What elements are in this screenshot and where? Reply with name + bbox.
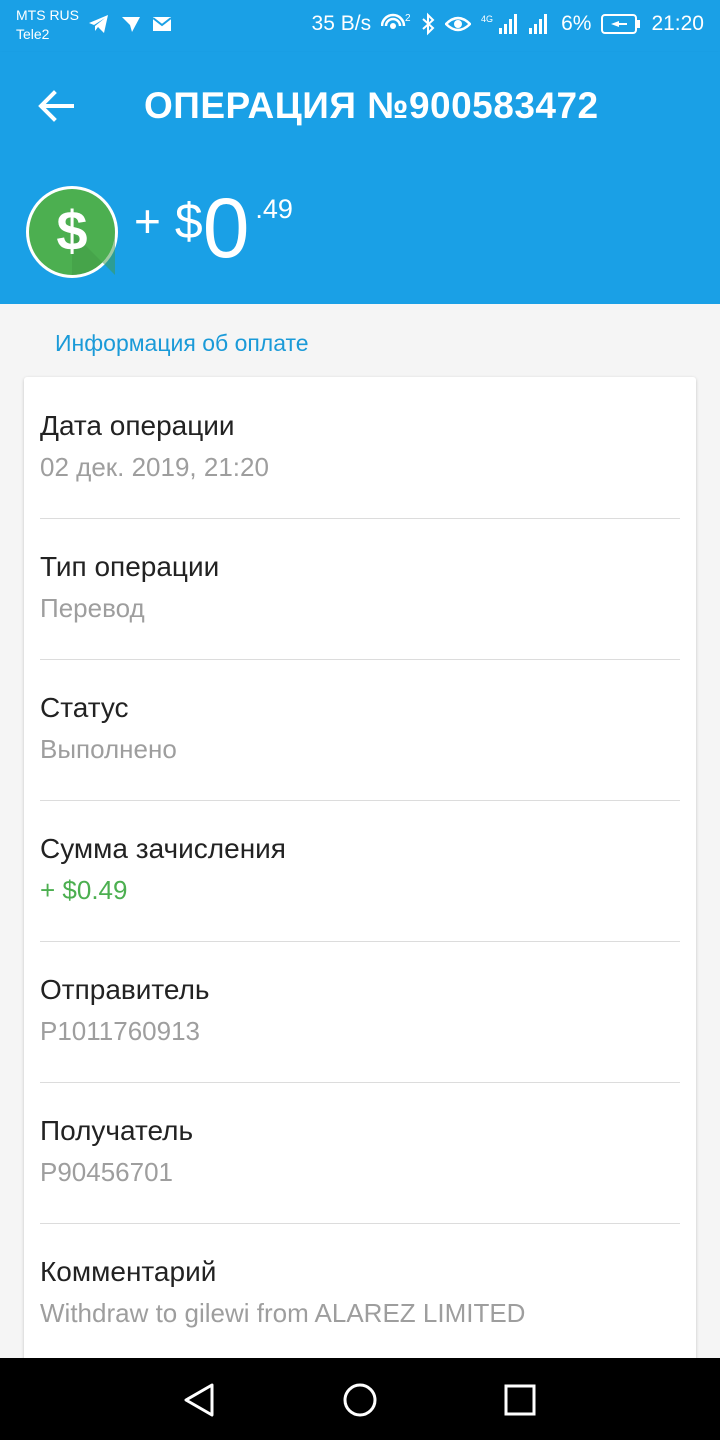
detail-label: Статус	[40, 692, 129, 723]
nav-recents-button[interactable]	[500, 1380, 540, 1420]
amount-header: $ + $ 0 .49	[0, 160, 720, 304]
details-card: Дата операции 02 дек. 2019, 21:20 Тип оп…	[24, 377, 696, 1377]
status-bar: MTS RUS Tele2 35 B/s 2 4G 6% 21:20	[0, 0, 720, 52]
detail-row-type: Тип операции Перевод	[40, 518, 680, 660]
detail-row-sender: Отправитель P1011760913	[40, 941, 680, 1083]
signal-icon	[527, 12, 551, 36]
carrier-labels: MTS RUS Tele2	[16, 6, 79, 44]
detail-row-comment: Комментарий Withdraw to gilewi from ALAR…	[40, 1223, 680, 1364]
amount-value: + $ 0 .49	[134, 180, 293, 276]
navigation-bar	[0, 1358, 720, 1440]
back-triangle-icon	[184, 1383, 214, 1417]
detail-value: Выполнено	[40, 734, 177, 764]
home-circle-icon	[343, 1383, 377, 1417]
hotspot-icon: 2	[381, 12, 411, 36]
section-title: Информация об оплате	[55, 330, 309, 356]
detail-value: Перевод	[40, 593, 145, 623]
detail-row-recipient: Получатель P90456701	[40, 1082, 680, 1224]
status-right: 35 B/s 2 4G 6% 21:20	[312, 12, 704, 36]
carrier-1: MTS RUS	[16, 7, 79, 23]
telegram-icon	[120, 14, 142, 34]
detail-row-status: Статус Выполнено	[40, 659, 680, 801]
detail-label: Получатель	[40, 1115, 194, 1146]
detail-label: Комментарий	[40, 1256, 217, 1287]
svg-text:4G: 4G	[481, 14, 493, 24]
telegram-icon	[88, 14, 110, 34]
page-title: ОПЕРАЦИЯ №900583472	[144, 85, 599, 126]
detail-value: P1011760913	[40, 1016, 201, 1046]
network-speed: 35 B/s	[311, 12, 372, 35]
detail-row-amount: Сумма зачисления + $0.49	[40, 800, 680, 942]
nav-home-button[interactable]	[340, 1380, 380, 1420]
recents-square-icon	[504, 1384, 536, 1416]
detail-label: Отправитель	[40, 974, 210, 1005]
amount-integer: 0	[202, 181, 250, 275]
detail-label: Сумма зачисления	[40, 833, 286, 864]
detail-label: Дата операции	[40, 410, 235, 441]
battery-percent: 6%	[561, 12, 592, 35]
battery-icon	[601, 13, 641, 35]
notification-icons	[88, 14, 172, 34]
app-bar: ОПЕРАЦИЯ №900583472	[0, 52, 720, 160]
back-button[interactable]	[34, 84, 78, 128]
bluetooth-icon	[421, 12, 435, 36]
detail-value: Withdraw to gilewi from ALAREZ LIMITED	[40, 1298, 526, 1328]
svg-text:$: $	[56, 199, 87, 262]
detail-value: + $0.49	[40, 875, 128, 905]
clock: 21:20	[651, 12, 704, 35]
dollar-coin-icon: $	[24, 184, 120, 280]
amount-sign: +	[134, 195, 161, 247]
svg-text:2: 2	[405, 13, 411, 24]
detail-label: Тип операции	[40, 551, 220, 582]
eye-icon	[445, 14, 472, 34]
arrow-back-icon	[38, 90, 74, 122]
amount-currency: $	[174, 193, 203, 249]
detail-value: 02 дек. 2019, 21:20	[40, 452, 269, 482]
mail-icon	[152, 14, 172, 34]
nav-back-button[interactable]	[180, 1380, 220, 1420]
amount-decimals: .49	[255, 194, 293, 224]
carrier-2: Tele2	[16, 26, 50, 42]
detail-row-date: Дата операции 02 дек. 2019, 21:20	[40, 377, 680, 519]
detail-value: P90456701	[40, 1157, 174, 1187]
4g-signal-icon: 4G	[481, 12, 518, 36]
